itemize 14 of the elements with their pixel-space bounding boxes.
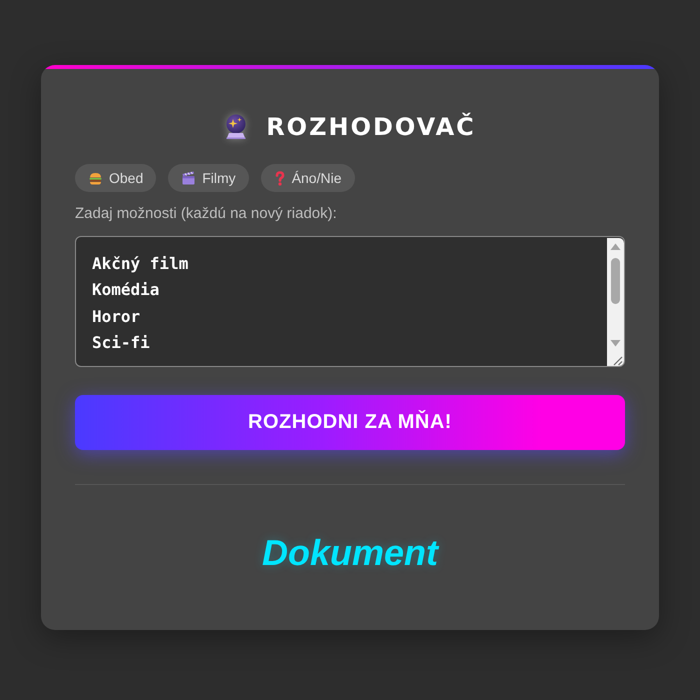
options-field[interactable]: Akčný film Komédia Horor Sci-fi	[75, 236, 625, 367]
preset-button[interactable]: Obed	[75, 164, 156, 192]
preset-button[interactable]: Áno/Nie	[260, 164, 354, 192]
app-title: ROZHODOVAČ	[266, 112, 476, 143]
decide-button[interactable]: ROZHODNI ZA MŇA!	[75, 395, 625, 450]
options-label: Zadaj možnosti (každú na nový riadok):	[75, 204, 338, 224]
question-mark-icon	[274, 170, 285, 186]
preset-button[interactable]: Filmy	[168, 164, 249, 192]
burger-icon	[89, 172, 102, 184]
crystal-ball-icon	[224, 114, 248, 140]
result-text: Dokument	[260, 531, 440, 575]
scroll-thumb[interactable]	[610, 258, 620, 304]
clapperboard-icon	[182, 171, 196, 185]
scrollbar[interactable]	[606, 238, 624, 366]
